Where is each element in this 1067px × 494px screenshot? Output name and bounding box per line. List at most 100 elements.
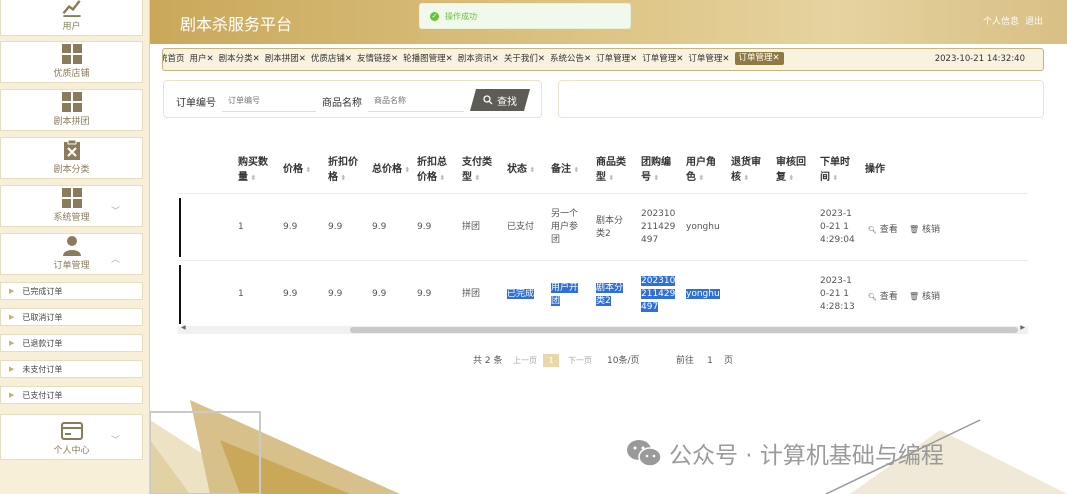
tab-item[interactable]: 友情链接✕ [357, 49, 398, 70]
view-button[interactable]: 🔍︎ 查看 [868, 222, 898, 235]
column-header[interactable]: 折扣总 价格 ⬍ [417, 155, 447, 186]
user-links: 个人信息 退出 [977, 14, 1043, 27]
verify-button[interactable]: 🗑︎ 核销 [909, 289, 940, 302]
cell-text: 9.9 [283, 222, 298, 232]
submenu-refunded-orders[interactable]: ▶ 已退款订单 [0, 334, 143, 352]
submenu-unpaid-orders[interactable]: ▶ 未支付订单 [0, 360, 143, 378]
sidebar-item-profile[interactable]: 个人中心 ﹀ [0, 414, 143, 460]
sidebar-item-categories[interactable]: 剧本分类 [0, 137, 143, 179]
sort-icon[interactable]: ⬍ [696, 174, 704, 182]
search-form: 订单编号 商品名称 查找 [163, 80, 542, 118]
tab-item[interactable]: 订单管理✕ [642, 49, 683, 70]
clipboard-icon [63, 139, 80, 160]
search-button-label: 查找 [497, 96, 517, 108]
submenu-paid-orders[interactable]: ▶ 已支付订单 [0, 386, 143, 404]
next-page-button[interactable]: 下一页 [568, 354, 592, 368]
app-title: 剧本杀服务平台 [180, 15, 293, 34]
column-header[interactable]: 团购编号 ⬍ [641, 155, 671, 186]
column-header[interactable]: 用户角色 ⬍ [686, 155, 716, 186]
tab-item[interactable]: 关于我们✕ [504, 49, 545, 70]
column-header[interactable]: 审核回复 ⬍ [776, 155, 806, 186]
tab-item[interactable]: 统首页 [163, 49, 185, 70]
caret-right-icon: ▶ [9, 287, 15, 295]
tab-item[interactable]: 用户✕ [190, 49, 214, 70]
cell-text: 1 [238, 222, 244, 232]
sidebar-item-system[interactable]: 系统管理 ﹀ [0, 185, 143, 227]
caret-right-icon: ▶ [9, 339, 15, 347]
sort-icon[interactable]: ⬍ [527, 166, 535, 174]
tab-item[interactable]: 系统公告✕ [550, 49, 591, 70]
tab-item[interactable]: 订单管理✕ [734, 51, 784, 65]
sidebar: 用户 优质店铺 剧本拼团 剧本分类 系统管理 ﹀ 订单管理 ︿ ▶ 已完成订单 ▶… [0, 0, 150, 494]
tab-item[interactable]: 剧本分类✕ [219, 49, 260, 70]
sort-icon[interactable]: ⬍ [303, 166, 311, 174]
column-header[interactable]: 备注 ⬍ [551, 162, 579, 178]
table-cell: 已完成 [507, 288, 535, 301]
cell-text: 9.9 [372, 289, 387, 299]
trash-icon: 🗑︎ [909, 224, 920, 234]
order-number-input[interactable] [222, 90, 316, 112]
sort-icon[interactable]: ⬍ [402, 166, 410, 174]
submenu-label: 未支付订单 [22, 364, 63, 374]
table-row[interactable]: 1 9.9 9.9 9.9 9.9 拼团 已支付 另一个 用户参团剧本分 类2 202310 2114… [178, 193, 1028, 260]
tab-item[interactable]: 优质店铺✕ [311, 49, 352, 70]
column-header[interactable]: 支付类型 ⬍ [462, 155, 492, 186]
cell-text: 211429 [641, 289, 676, 299]
sidebar-item-users[interactable]: 用户 [0, 0, 143, 36]
sort-icon[interactable]: ⬍ [437, 174, 445, 182]
submenu-completed-orders[interactable]: ▶ 已完成订单 [0, 282, 143, 300]
column-header[interactable]: 购买数量 ⬍ [238, 155, 268, 186]
view-button[interactable]: 🔍︎ 查看 [868, 289, 898, 302]
sort-icon[interactable]: ⬍ [472, 174, 480, 182]
cell-text: 4:29:04 [820, 235, 855, 245]
sort-icon[interactable]: ⬍ [606, 174, 614, 182]
tab-item[interactable]: 轮播图管理✕ [403, 49, 453, 70]
column-header-text: 备注 [551, 164, 571, 175]
search-button[interactable]: 查找 [470, 89, 530, 111]
sort-icon[interactable]: ⬍ [651, 174, 659, 182]
submenu-cancelled-orders[interactable]: ▶ 已取消订单 [0, 308, 143, 326]
tab-item[interactable]: 订单管理✕ [596, 49, 637, 70]
goto-page-input[interactable]: 1 [702, 354, 718, 368]
scrollbar-thumb[interactable] [350, 327, 1018, 333]
tab-item[interactable]: 剧本拼团✕ [265, 49, 306, 70]
card-icon [60, 422, 83, 440]
sort-icon[interactable]: ⬍ [338, 174, 346, 182]
column-header[interactable]: 状态 ⬍ [507, 162, 535, 178]
profile-link[interactable]: 个人信息 [983, 17, 1019, 27]
sidebar-item-orders[interactable]: 订单管理 ︿ [0, 233, 143, 275]
table-cell: 用户开团 [551, 282, 579, 308]
sort-icon[interactable]: ⬍ [741, 174, 749, 182]
sort-icon[interactable]: ⬍ [571, 166, 579, 174]
page-size-select[interactable]: 10条/页 [607, 354, 640, 368]
cell-text: 2023-1 [820, 276, 852, 286]
grid-icon [61, 92, 82, 112]
column-header-text: 总价格 [372, 164, 402, 175]
prev-page-button[interactable]: 上一页 [513, 354, 537, 368]
scroll-right-icon[interactable]: ▶ [1020, 324, 1025, 331]
cell-text: 9.9 [417, 289, 432, 299]
column-header[interactable]: 价格 ⬍ [283, 162, 311, 178]
column-header-text: 量 [238, 172, 248, 183]
sort-icon[interactable]: ⬍ [248, 174, 256, 182]
sort-icon[interactable]: ⬍ [786, 174, 794, 182]
sidebar-item-stores[interactable]: 优质店铺 [0, 41, 143, 83]
verify-button[interactable]: 🗑︎ 核销 [909, 222, 940, 235]
cell-text: 211429 [641, 222, 676, 232]
tab-item[interactable]: 订单管理✕ [688, 49, 729, 70]
table-row[interactable]: 1 9.9 9.9 9.9 9.9 拼团 已完成 用户开团剧本分 类2 202310 211429 4… [178, 260, 1028, 327]
sidebar-item-group-buy[interactable]: 剧本拼团 [0, 89, 143, 131]
column-header[interactable]: 退货审核 ⬍ [731, 155, 761, 186]
column-header[interactable]: 下单时间 ⬍ [820, 155, 850, 186]
column-header[interactable]: 总价格 ⬍ [372, 162, 410, 178]
sort-icon[interactable]: ⬍ [830, 174, 838, 182]
scroll-left-icon[interactable]: ◀ [181, 324, 186, 331]
tab-item[interactable]: 剧本资讯✕ [458, 49, 499, 70]
logout-link[interactable]: 退出 [1025, 17, 1043, 27]
column-header[interactable]: 折扣价格 ⬍ [328, 155, 358, 186]
horizontal-scrollbar[interactable]: ◀ ▶ [178, 324, 1028, 334]
product-name-input[interactable] [368, 90, 464, 112]
table-cell: 9.9 [283, 221, 297, 234]
column-header[interactable]: 商品类型 ⬍ [596, 155, 626, 186]
page-number-current[interactable]: 1 [543, 354, 559, 367]
